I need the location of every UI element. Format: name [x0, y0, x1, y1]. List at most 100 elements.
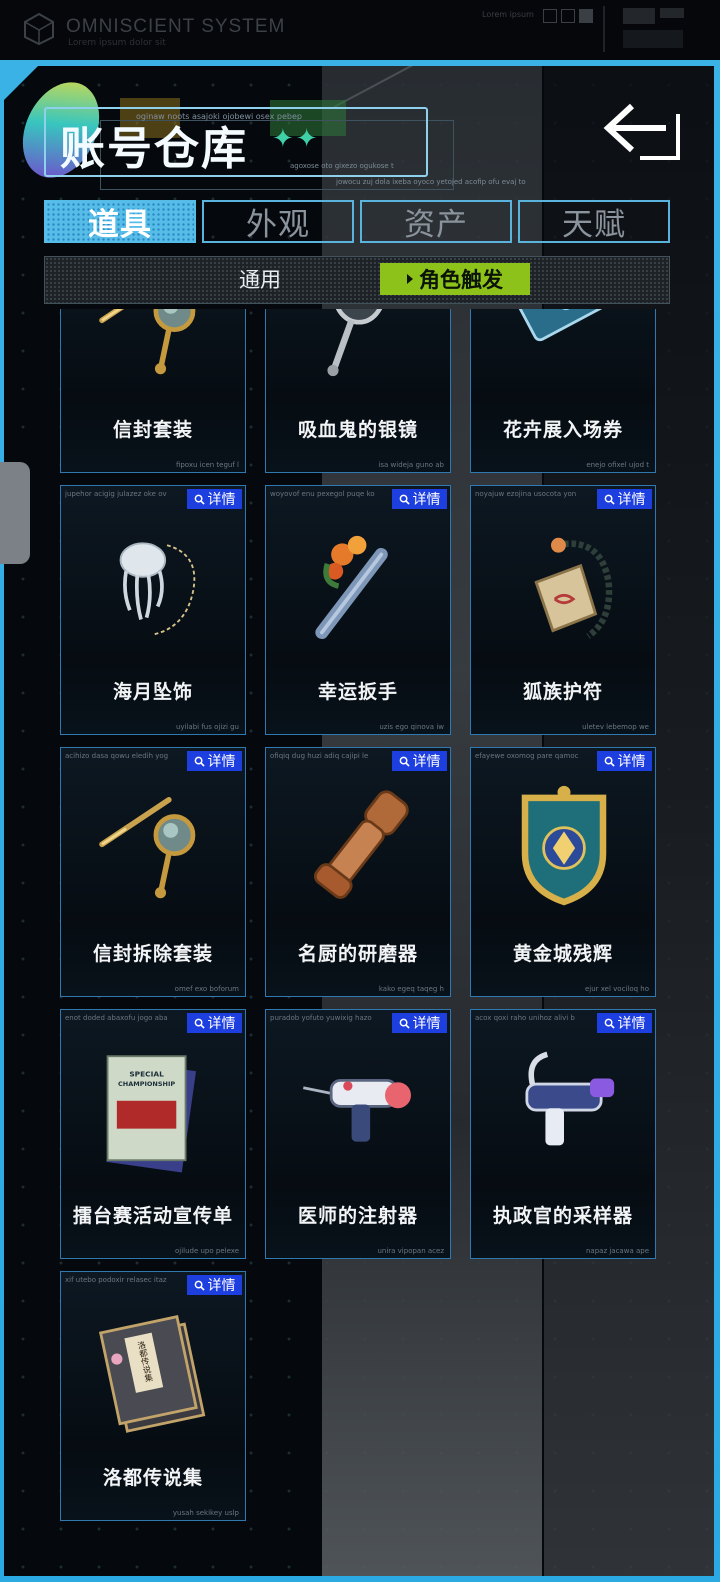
item-card[interactable]: jupehor acigig julazez oke ov 详情 海月坠饰 uyila… — [60, 485, 246, 735]
item-tag: enot doded abaxofu jogo aba — [65, 1014, 168, 1022]
page-title: 账号仓库 — [60, 122, 249, 175]
item-card[interactable]: 信封套装 fipoxu icen teguf l — [60, 309, 246, 473]
title-caption-bottom-2: jowocu zuj dola ixeba oyoco yetojed acof… — [336, 178, 526, 186]
detail-label: 详情 — [207, 754, 236, 770]
item-name: 医师的注射器 — [297, 1205, 418, 1227]
item-footer-tag: unira vipopan acez — [377, 1247, 444, 1255]
magnifier-icon — [399, 756, 410, 767]
item-name: 信封拆除套装 — [92, 943, 213, 965]
championship-flyer-icon: SPECIALCHAMPIONSHIP — [106, 1055, 197, 1173]
detail-button[interactable]: 详情 — [187, 1013, 242, 1033]
tab-assets[interactable]: 资产 — [360, 200, 512, 243]
tab-label: 道具 — [88, 207, 152, 243]
window-filled-square-icon — [579, 9, 593, 23]
detail-button[interactable]: 详情 — [187, 751, 242, 771]
detail-button[interactable]: 详情 — [392, 751, 447, 771]
item-card[interactable]: acihizo dasa qowu eledih yog 详情信封拆除套装 omef… — [60, 747, 246, 997]
detail-button[interactable]: 详情 — [187, 489, 242, 509]
item-card[interactable]: 吸血鬼的银镜 isa wideja guno ab — [265, 309, 451, 473]
item-footer-tag: uletev lebemop we — [582, 723, 649, 731]
item-tag: puradob yofuto yuwixig hazo — [270, 1014, 372, 1022]
svg-text:SPECIAL: SPECIAL — [129, 1070, 164, 1079]
item-name: 花卉展入场券 — [502, 419, 623, 441]
doctor-syringe-icon — [303, 1078, 411, 1142]
item-name: 幸运扳手 — [317, 681, 398, 703]
detail-label: 详情 — [207, 492, 236, 508]
item-name: 狐族护符 — [522, 681, 603, 703]
legend-book-icon: 洛都传说集 — [98, 1315, 206, 1433]
item-tag: jupehor acigig julazez oke ov — [65, 490, 167, 498]
play-triangle-icon — [407, 274, 413, 284]
item-card[interactable]: acox qoxi raho unihoz alivi b 详情执政官的采样器 na… — [470, 1009, 656, 1259]
dagger-mirror-icon — [99, 309, 196, 375]
golden-crest-icon — [521, 785, 607, 906]
window-close-square-icon — [561, 9, 575, 23]
detail-label: 详情 — [412, 1016, 441, 1032]
status-block — [623, 8, 655, 24]
detail-label: 详情 — [617, 492, 646, 508]
detail-label: 详情 — [617, 1016, 646, 1032]
item-tag: acihizo dasa qowu eledih yog — [65, 752, 169, 760]
item-footer-tag: ojilude upo pelexe — [174, 1247, 239, 1255]
item-name: 洛都传说集 — [102, 1467, 203, 1489]
item-card[interactable]: puradob yofuto yuwixig hazo 详情医师的注射器 unira… — [265, 1009, 451, 1259]
svg-text:CHAMPIONSHIP: CHAMPIONSHIP — [118, 1080, 175, 1088]
item-footer-tag: isa wideja guno ab — [378, 461, 444, 469]
flower-ticket-icon — [512, 309, 616, 342]
item-card[interactable]: xif utebo podoxir relasec itaz 详情 洛都传说集 洛都传… — [60, 1271, 246, 1521]
detail-button[interactable]: 详情 — [597, 1013, 652, 1033]
tab-label: 外观 — [246, 207, 310, 243]
detail-label: 详情 — [412, 754, 441, 770]
tab-label: 天赋 — [562, 207, 626, 243]
item-name: 擂台赛活动宣传单 — [72, 1205, 233, 1227]
detail-button[interactable]: 详情 — [597, 489, 652, 509]
item-card[interactable]: 花卉展入场券 enejo ofixel ujod t — [470, 309, 656, 473]
detail-label: 详情 — [412, 492, 441, 508]
back-arrow-icon[interactable] — [602, 100, 682, 164]
window-square-icon — [543, 9, 557, 23]
item-footer-tag: uzis ego qinova iw — [379, 723, 444, 731]
magnifier-icon — [604, 1018, 615, 1029]
tab-talent[interactable]: 天赋 — [518, 200, 670, 243]
tab-appearance[interactable]: 外观 — [202, 200, 354, 243]
pepper-grinder-icon — [313, 790, 409, 899]
detail-button[interactable]: 详情 — [187, 1275, 242, 1295]
item-footer-tag: napaz jacawa ape — [585, 1247, 649, 1255]
magnifier-icon — [399, 494, 410, 505]
item-card[interactable]: noyajuw ezojina usocota yon 详情 狐族护符 uletev … — [470, 485, 656, 735]
item-name: 执政官的采样器 — [492, 1205, 633, 1227]
item-footer-tag: enejo ofixel ujod t — [586, 461, 649, 469]
item-card[interactable]: ofiqiq dug huzi adiq cajipi le 详情 名厨的研磨器 ka… — [265, 747, 451, 997]
title-caption-bottom: agoxose oto gixezo ogukose t — [290, 162, 394, 170]
status-block — [623, 30, 683, 48]
subfilter-bar: 通用 角色触发 — [44, 256, 670, 304]
item-footer-tag: fipoxu icen teguf l — [175, 461, 239, 469]
system-subtitle: Lorem ipsum dolor sit — [68, 38, 166, 48]
tab-items[interactable]: 道具 — [44, 200, 196, 243]
detail-button[interactable]: 详情 — [597, 751, 652, 771]
detail-label: 详情 — [207, 1278, 236, 1294]
item-footer-tag: omef exo boforum — [174, 985, 239, 993]
system-bar: OMNISCIENT SYSTEM Lorem ipsum dolor sit … — [0, 0, 720, 61]
tab-label: 资产 — [404, 207, 468, 243]
detail-button[interactable]: 详情 — [392, 489, 447, 509]
item-card[interactable]: enot doded abaxofu jogo aba 详情 SPECIAL CHAM… — [60, 1009, 246, 1259]
subtab-general[interactable]: 通用 — [195, 263, 325, 295]
detail-button[interactable]: 详情 — [392, 1013, 447, 1033]
detail-label: 详情 — [207, 1016, 236, 1032]
item-tag: woyovof enu pexegol puqe ko — [270, 490, 375, 498]
magnifier-icon — [194, 756, 205, 767]
magnifier-icon — [604, 494, 615, 505]
item-footer-tag: uyilabi fus ojizi gu — [175, 723, 239, 731]
item-name: 吸血鬼的银镜 — [297, 419, 418, 441]
subtab-character-label: 角色触发 — [419, 268, 503, 292]
item-footer-tag: ejur xel vociloq ho — [584, 985, 649, 993]
item-card[interactable]: woyovof enu pexegol puqe ko 详情幸运扳手 uzis eg… — [265, 485, 451, 735]
item-footer-tag: yusah sekikey uslp — [172, 1509, 239, 1517]
item-grid: 信封套装 fipoxu icen teguf l 吸血鬼的银镜 isa wideja … — [0, 309, 720, 1582]
sampler-gun-icon — [525, 1051, 615, 1146]
item-tag: acox qoxi raho unihoz alivi b — [475, 1014, 575, 1022]
divider — [603, 6, 605, 52]
subtab-character-trigger[interactable]: 角色触发 — [380, 263, 530, 295]
item-card[interactable]: efayewe oxomog pare qamoc 详情 黄金城残辉 ejur xel… — [470, 747, 656, 997]
